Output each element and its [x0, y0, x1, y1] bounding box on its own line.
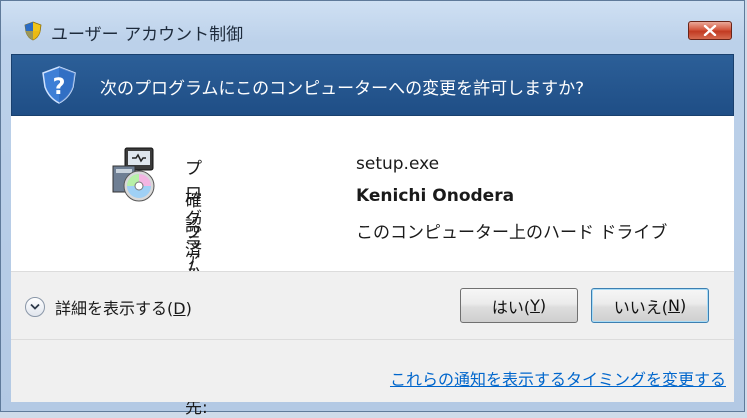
publisher-value: Kenichi Onodera — [356, 186, 515, 206]
svg-text:?: ? — [53, 75, 66, 100]
question-shield-icon: ? — [39, 65, 79, 105]
close-icon — [703, 25, 717, 36]
question-text: 次のプログラムにこのコンピューターへの変更を許可しますか? — [100, 79, 585, 99]
uac-dialog: ユーザー アカウント制御 ? 次のプログラムにこのコンピューターへの変更を許可し… — [0, 0, 745, 418]
program-name-value: setup.exe — [356, 154, 440, 174]
no-button[interactable]: いいえ(N) — [591, 288, 709, 323]
button-bar: 詳細を表示する(D) はい(Y) いいえ(N) — [11, 272, 734, 339]
uac-shield-icon — [23, 21, 43, 41]
program-info: プログラム名: setup.exe 確認済みの発行元: Kenichi Onod… — [11, 116, 734, 418]
footer: これらの通知を表示するタイミングを変更する — [11, 340, 734, 402]
setup-program-icon — [101, 146, 159, 204]
close-button[interactable] — [688, 21, 732, 40]
chevron-down-icon[interactable] — [25, 297, 45, 317]
file-origin-value: このコンピューター上のハード ドライブ — [356, 223, 668, 243]
show-details-label[interactable]: 詳細を表示する(D) — [55, 295, 192, 319]
title-bar: ユーザー アカウント制御 — [1, 1, 744, 53]
notification-settings-link[interactable]: これらの通知を表示するタイミングを変更する — [390, 366, 726, 390]
yes-button[interactable]: はい(Y) — [460, 288, 578, 323]
show-details-toggle[interactable]: 詳細を表示する(D) — [25, 296, 192, 318]
window-title: ユーザー アカウント制御 — [51, 25, 244, 45]
question-band: ? 次のプログラムにこのコンピューターへの変更を許可しますか? — [11, 54, 734, 116]
